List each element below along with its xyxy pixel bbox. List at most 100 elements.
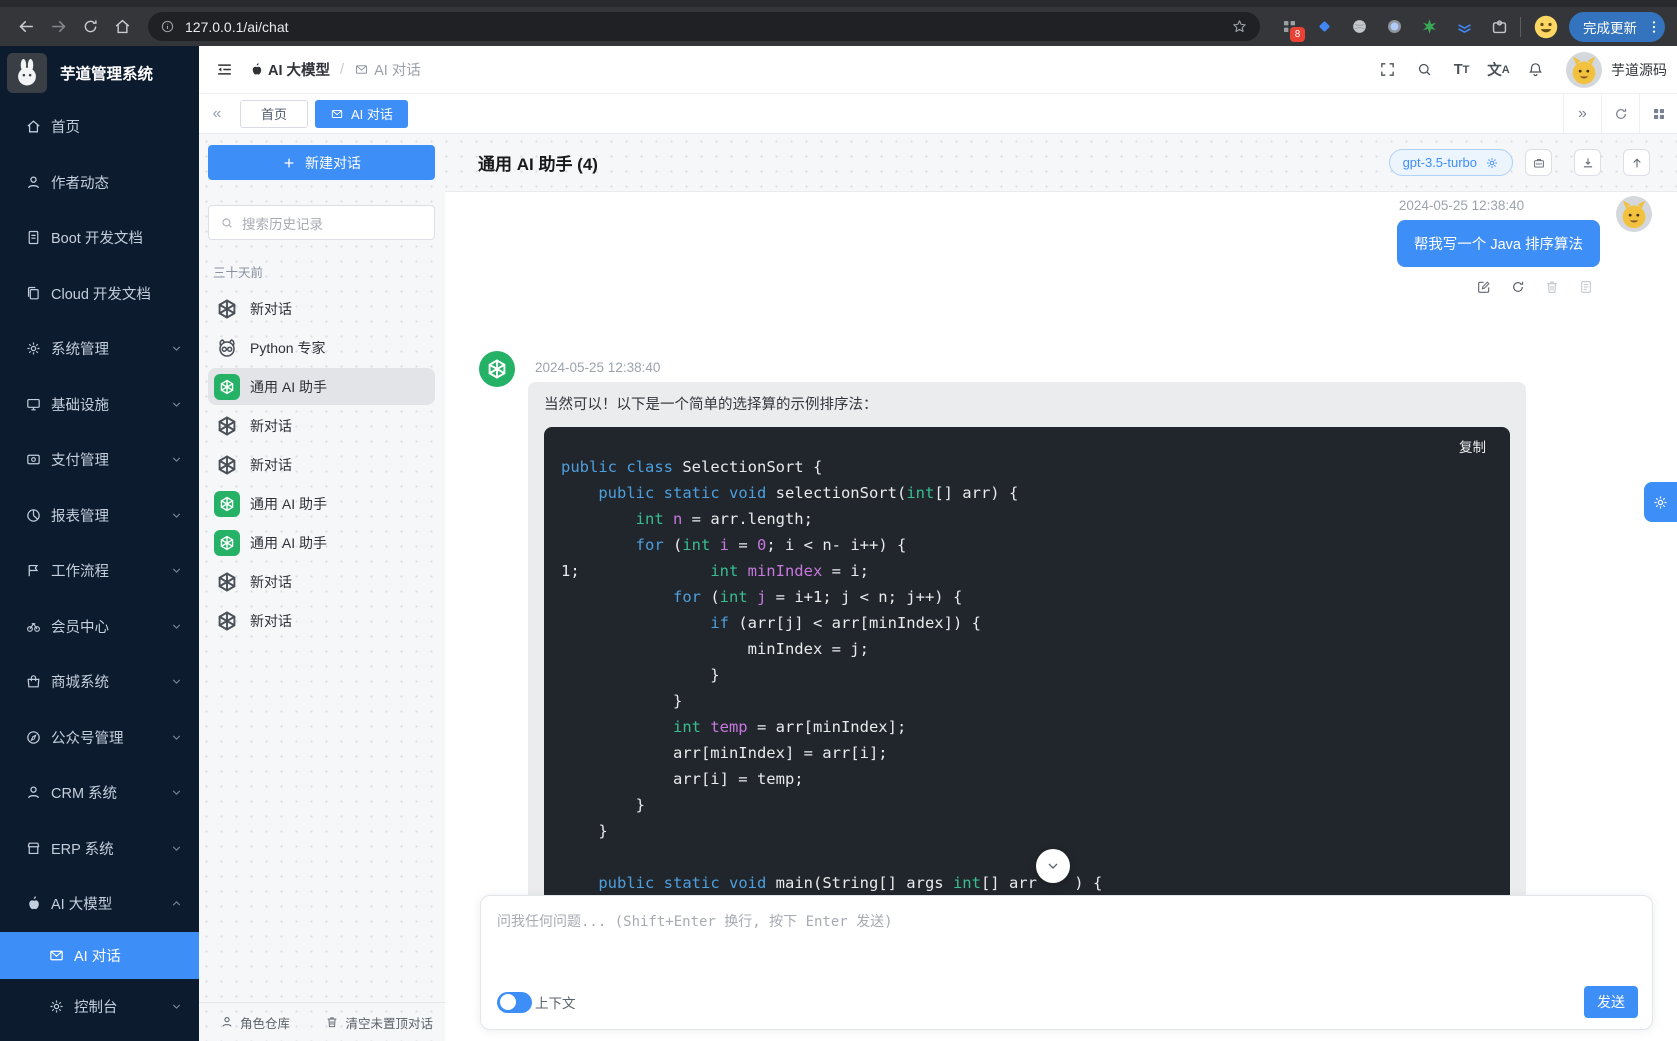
sidebar-item[interactable]: 支付管理 <box>0 432 199 488</box>
model-badge[interactable]: gpt-3.5-turbo <box>1389 149 1513 176</box>
search-button[interactable] <box>1406 55 1443 85</box>
fullscreen-button[interactable] <box>1369 55 1406 85</box>
brand[interactable]: 芋道管理系统 <box>0 46 199 99</box>
sidebar-item[interactable]: CRM 系统 <box>0 765 199 821</box>
tab-layout-button[interactable] <box>1639 94 1677 133</box>
clear-context-button[interactable] <box>1525 149 1552 176</box>
conversation-avatar <box>214 413 240 439</box>
main: AI 大模型 / AI 对话 TT 文A 芋道源码 « 首页 <box>199 46 1677 1041</box>
chevron-down-icon <box>170 509 183 522</box>
copy-icon[interactable] <box>1578 279 1594 295</box>
tabs-scroll-right-button[interactable]: » <box>1563 94 1601 133</box>
settings-drawer-handle[interactable] <box>1644 482 1677 522</box>
browser-back-button[interactable] <box>10 11 42 43</box>
sidebar-item[interactable]: ERP 系统 <box>0 821 199 877</box>
conversation-item[interactable]: 新对话 <box>208 446 435 483</box>
model-name: gpt-3.5-turbo <box>1403 155 1477 170</box>
locale-button[interactable]: 文A <box>1480 55 1517 85</box>
browser-forward-button[interactable] <box>42 11 74 43</box>
chevron-down-icon <box>170 453 183 466</box>
reload-icon <box>81 17 100 36</box>
tab-refresh-button[interactable] <box>1601 94 1639 133</box>
collapse-menu-button[interactable] <box>210 56 238 84</box>
sidebar-item[interactable]: 作者动态 <box>0 155 199 211</box>
history-search-input[interactable]: 搜索历史记录 <box>208 205 435 240</box>
delete-icon[interactable] <box>1544 279 1560 295</box>
conversation-group-label: 三十天前 <box>213 262 435 281</box>
font-size-button[interactable]: TT <box>1443 55 1480 85</box>
clear-unpinned-button[interactable]: 清空未置顶对话 <box>325 1013 433 1032</box>
conversation-item[interactable]: 通用 AI 助手 <box>208 485 435 522</box>
extension-diamond[interactable] <box>1309 12 1339 42</box>
openai-icon <box>215 414 239 438</box>
conversation-item[interactable]: 通用 AI 助手 <box>208 368 435 405</box>
code-line: int temp = arr[minIndex]; <box>561 714 1494 740</box>
message-input-box[interactable]: 问我任何问题... (Shift+Enter 换行, 按下 Enter 发送) … <box>480 895 1653 1030</box>
sidebar-item[interactable]: 系统管理 <box>0 321 199 377</box>
edit-icon[interactable] <box>1476 279 1492 295</box>
arrow-up-icon <box>1630 156 1644 170</box>
site-info-icon[interactable] <box>160 19 175 34</box>
browser-update-button[interactable]: 完成更新 <box>1569 12 1643 42</box>
sidebar-item[interactable]: 商城系统 <box>0 654 199 710</box>
sidebar-item[interactable]: AI 对话 <box>0 932 199 979</box>
address-bar[interactable]: 127.0.0.1/ai/chat <box>148 12 1260 41</box>
tab-home[interactable]: 首页 <box>240 100 308 128</box>
sidebar-item[interactable]: AI 大模型 <box>0 876 199 932</box>
conversation-item[interactable]: 新对话 <box>208 563 435 600</box>
sidebar-item[interactable]: 公众号管理 <box>0 710 199 766</box>
extension-puzzle[interactable] <box>1484 12 1514 42</box>
scroll-top-button[interactable] <box>1623 149 1650 176</box>
tab-ai-chat[interactable]: AI 对话 <box>315 100 408 128</box>
bookmark-star-icon[interactable] <box>1231 18 1248 35</box>
conversation-item[interactable]: 新对话 <box>208 290 435 327</box>
conversation-item[interactable]: 通用 AI 助手 <box>208 524 435 561</box>
context-toggle[interactable] <box>497 992 532 1013</box>
code-copy-button[interactable]: 复制 <box>1459 436 1486 456</box>
extension-grid[interactable]: 8 <box>1274 12 1304 42</box>
sidebar-item[interactable]: 首页 <box>0 99 199 155</box>
extensions-bar: 8 <box>1274 12 1514 42</box>
send-button[interactable]: 发送 <box>1584 986 1638 1018</box>
scroll-to-bottom-button[interactable] <box>1036 849 1070 883</box>
url-text[interactable]: 127.0.0.1/ai/chat <box>185 19 1231 35</box>
extension-circle[interactable] <box>1379 12 1409 42</box>
sidebar-item[interactable]: Boot 开发文档 <box>0 210 199 266</box>
conversation-item[interactable]: 新对话 <box>208 407 435 444</box>
browser-menu-button[interactable] <box>1643 12 1665 42</box>
code-line: if (arr[j] < arr[minIndex]) { <box>561 610 1494 636</box>
user-name[interactable]: 芋道源码 <box>1611 60 1667 80</box>
openai-icon <box>218 534 236 552</box>
browser-profile-avatar[interactable] <box>1531 12 1561 42</box>
extension-sphere[interactable] <box>1344 12 1374 42</box>
extension-star[interactable] <box>1414 12 1444 42</box>
sidebar-item[interactable]: 控制台 <box>0 979 199 1035</box>
conversation-item[interactable]: Python 专家 <box>208 329 435 366</box>
openai-icon <box>215 570 239 594</box>
chat-title-actions: gpt-3.5-turbo <box>1389 149 1650 176</box>
sidebar-item[interactable]: 基础设施 <box>0 377 199 433</box>
conversation-item[interactable]: 新对话 <box>208 602 435 639</box>
mail-icon <box>48 947 65 964</box>
extension-badge: 8 <box>1290 27 1305 42</box>
tabs-scroll-left-button[interactable]: « <box>206 105 228 123</box>
new-conversation-button[interactable]: 新建对话 <box>208 145 435 180</box>
sidebar-item[interactable]: 工作流程 <box>0 543 199 599</box>
role-repository-button[interactable]: 角色仓库 <box>220 1013 290 1032</box>
notification-button[interactable] <box>1517 55 1554 85</box>
user-avatar[interactable] <box>1566 52 1602 88</box>
regenerate-icon[interactable] <box>1510 279 1526 295</box>
browser-home-button[interactable] <box>106 11 138 43</box>
export-button[interactable] <box>1574 149 1601 176</box>
sidebar-item[interactable]: 会员中心 <box>0 599 199 655</box>
conversation-title: 通用 AI 助手 <box>250 377 327 397</box>
sidebar-item[interactable]: 报表管理 <box>0 488 199 544</box>
apple-icon <box>249 62 264 77</box>
extension-layers[interactable] <box>1449 12 1479 42</box>
breadcrumb-parent[interactable]: AI 大模型 <box>268 59 330 80</box>
sidebar-item-label: 报表管理 <box>51 505 170 526</box>
sidebar-item-label: Boot 开发文档 <box>51 227 183 248</box>
conversation-avatar <box>214 296 240 322</box>
sidebar-item[interactable]: Cloud 开发文档 <box>0 266 199 322</box>
browser-reload-button[interactable] <box>74 11 106 43</box>
